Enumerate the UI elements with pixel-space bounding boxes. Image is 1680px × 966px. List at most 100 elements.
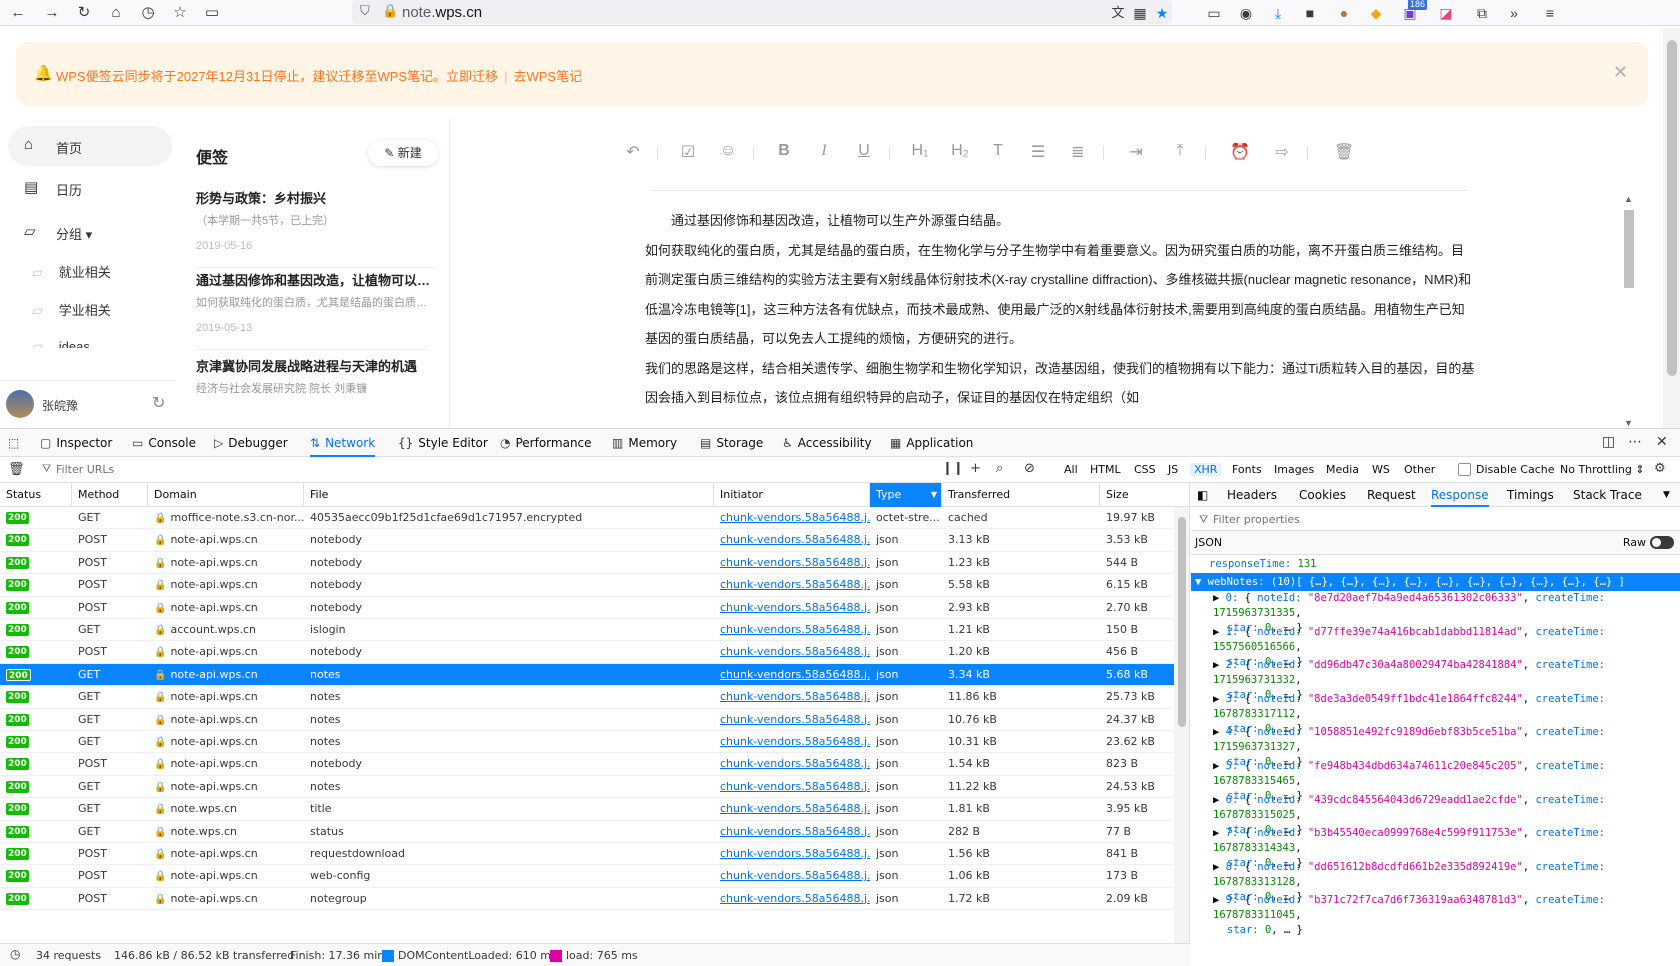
tab-performance[interactable]: ◔ Performance (500, 429, 592, 457)
request-row[interactable]: 200 GET 🔒 note-api.wps.cn notes chunk-vendors… (0, 709, 1174, 731)
request-row[interactable]: 200 POST 🔒 note-api.wps.cn notebody chunk-ven… (0, 753, 1174, 776)
request-row[interactable]: 200 GET 🔒 note-api.wps.cn notes chunk-vendors… (0, 731, 1174, 754)
disable-cache-label[interactable]: Disable Cache (1476, 463, 1555, 476)
request-row[interactable]: 200 POST 🔒 note-api.wps.cn notebody chunk-ven… (0, 641, 1174, 664)
tab-memory[interactable]: ▥ Memory (612, 429, 677, 457)
qr-code-icon[interactable]: ▦ (1130, 3, 1150, 23)
close-devtools-icon[interactable]: ✕ (1656, 434, 1668, 450)
toggle-sidebar-icon[interactable]: ◧ (1197, 483, 1208, 507)
history-icon[interactable]: ◷ (138, 3, 158, 23)
sidebar-group-study[interactable]: ▱ 学业相关 (32, 300, 111, 319)
cookie-extension-icon[interactable]: ● (1334, 3, 1354, 23)
filter-type-html[interactable]: HTML (1090, 463, 1121, 476)
filter-type-css[interactable]: CSS (1134, 463, 1156, 476)
underline-icon[interactable]: U (853, 142, 875, 160)
sidebar-item-calendar[interactable]: ▤ 日历 (8, 168, 172, 208)
tab-stack-trace[interactable]: Stack Trace (1573, 483, 1642, 507)
search-icon[interactable]: ⌕ (996, 461, 1003, 476)
column-status[interactable]: Status (0, 483, 72, 507)
column-type[interactable]: Type ▼ (870, 483, 942, 507)
column-file[interactable]: File (304, 483, 714, 507)
undo-icon[interactable]: ↶ (622, 142, 644, 162)
filter-type-js[interactable]: JS (1168, 463, 1178, 476)
filter-urls-input[interactable]: Filter URLs (56, 463, 114, 476)
request-scrollbar-thumb[interactable] (1178, 517, 1186, 727)
tab-network[interactable]: ⇅ Network (310, 429, 376, 457)
user-profile[interactable]: 张皖豫 ↻ (0, 380, 176, 428)
scroll-down-icon[interactable]: ▼ (1624, 418, 1633, 428)
request-initiator[interactable]: chunk-vendors.58a56488.j... (714, 529, 870, 551)
sidebar-item-groups[interactable]: ▱ 分组 ▾ (8, 212, 172, 252)
text-icon[interactable]: T (987, 142, 1009, 160)
json-note-item[interactable]: ▶ 9: { noteId: "b371c72f7ca7d6f736319aa6… (1191, 893, 1680, 938)
new-note-button[interactable]: ✎ 新建 (368, 140, 438, 166)
editor-scrollbar-thumb[interactable] (1624, 210, 1634, 288)
screenshot-icon[interactable]: ◉ (1236, 3, 1256, 23)
sync-icon[interactable]: ↻ (152, 393, 165, 413)
tab-console[interactable]: ▭ Console (132, 429, 196, 457)
move-folder-icon[interactable]: ⇨ (1271, 142, 1293, 162)
emoji-icon[interactable]: ☺ (717, 142, 739, 160)
expand-arrow-icon[interactable]: ▶ (1213, 794, 1226, 806)
request-initiator[interactable]: chunk-vendors.58a56488.j... (714, 709, 870, 731)
heading2-icon[interactable]: H₂ (949, 142, 971, 160)
sidebar-toggle-icon[interactable]: ▭ (202, 3, 222, 23)
filter-type-fonts[interactable]: Fonts (1232, 463, 1262, 476)
home-icon[interactable]: ⌂ (106, 3, 126, 23)
element-picker-icon[interactable]: ⬚ (8, 429, 24, 457)
expand-arrow-icon[interactable]: ▶ (1213, 659, 1226, 671)
tab-cookies[interactable]: Cookies (1299, 483, 1346, 507)
request-initiator[interactable]: chunk-vendors.58a56488.j... (714, 597, 870, 619)
request-initiator[interactable]: chunk-vendors.58a56488.j... (714, 686, 870, 708)
puzzle-icon[interactable]: ⧉ (1472, 3, 1492, 23)
shield-icon[interactable]: ⛉ (360, 3, 370, 19)
request-initiator[interactable]: chunk-vendors.58a56488.j... (714, 552, 870, 574)
request-row[interactable]: 200 POST 🔒 note-api.wps.cn notegroup chunk-ve… (0, 888, 1174, 911)
column-transferred[interactable]: Transferred (942, 483, 1100, 507)
column-initiator[interactable]: Initiator (714, 483, 870, 507)
heading1-icon[interactable]: H₁ (909, 142, 931, 160)
tab-accessibility[interactable]: ♿ Accessibility (782, 429, 872, 457)
column-method[interactable]: Method (72, 483, 148, 507)
ordered-list-icon[interactable]: ☰ (1027, 142, 1049, 162)
request-initiator[interactable]: chunk-vendors.58a56488.j... (714, 731, 870, 753)
filter-type-xhr[interactable]: XHR (1190, 463, 1222, 476)
request-row[interactable]: 200 POST 🔒 note-api.wps.cn notebody chunk-ven… (0, 552, 1174, 575)
tab-headers[interactable]: Headers (1227, 483, 1277, 507)
folder-icon[interactable]: ▭ (1204, 3, 1224, 23)
expand-arrow-icon[interactable]: ▶ (1213, 861, 1226, 873)
tab-inspector[interactable]: ▢ Inspector (40, 429, 112, 457)
request-initiator[interactable]: chunk-vendors.58a56488.j... (714, 641, 870, 663)
filter-type-images[interactable]: Images (1274, 463, 1314, 476)
avatar[interactable] (6, 390, 34, 418)
add-request-icon[interactable]: + (970, 461, 981, 476)
throttling-select[interactable]: No Throttling ⇕ (1560, 463, 1645, 476)
request-row[interactable]: 200 POST 🔒 note-api.wps.cn web-config chunk-v… (0, 865, 1174, 888)
go-wps-note-link[interactable]: 去WPS笔记 (513, 69, 582, 84)
expand-arrow-icon[interactable]: ▶ (1213, 827, 1226, 839)
back-icon[interactable]: ← (8, 3, 28, 23)
pause-icon[interactable]: ❙❙ (942, 461, 964, 476)
note-content[interactable]: 通过基因修饰和基因改造，让植物可以生产外源蛋白结晶。 如何获取纯化的蛋白质，尤其… (645, 206, 1475, 428)
filter-type-all[interactable]: All (1064, 463, 1078, 476)
italic-icon[interactable]: I (813, 142, 835, 160)
column-domain[interactable]: Domain (148, 483, 304, 507)
close-icon[interactable]: ✕ (1613, 62, 1628, 83)
request-initiator[interactable]: chunk-vendors.58a56488.j... (714, 798, 870, 820)
request-initiator[interactable]: chunk-vendors.58a56488.j... (714, 865, 870, 887)
tab-style-editor[interactable]: {} Style Editor (398, 429, 488, 457)
url-bar[interactable]: ⛉ 🔒 note.wps.cn 文 ▦ ★ (352, 0, 1172, 24)
bullet-list-icon[interactable]: ≣ (1067, 142, 1089, 162)
extensions-grid-icon[interactable]: ■ (1300, 3, 1320, 23)
indent-icon[interactable]: ⇥ (1125, 142, 1147, 162)
request-row[interactable]: 200 GET 🔒 note-api.wps.cn notes chunk-vendors… (0, 776, 1174, 799)
request-row[interactable]: 200 GET 🔒 note.wps.cn title chunk-vendors.58a… (0, 798, 1174, 821)
dock-icon[interactable]: ◫ (1602, 434, 1615, 450)
expand-arrow-icon[interactable]: ▶ (1213, 760, 1226, 772)
raw-toggle[interactable] (1650, 536, 1674, 549)
sidebar-group-employment[interactable]: ▱ 就业相关 (32, 262, 111, 281)
bookmark-star-icon[interactable]: ★ (1152, 3, 1172, 23)
tab-storage[interactable]: ▤ Storage (700, 429, 763, 457)
expand-arrow-icon[interactable]: ▶ (1213, 626, 1226, 638)
tab-response[interactable]: Response (1431, 483, 1489, 507)
